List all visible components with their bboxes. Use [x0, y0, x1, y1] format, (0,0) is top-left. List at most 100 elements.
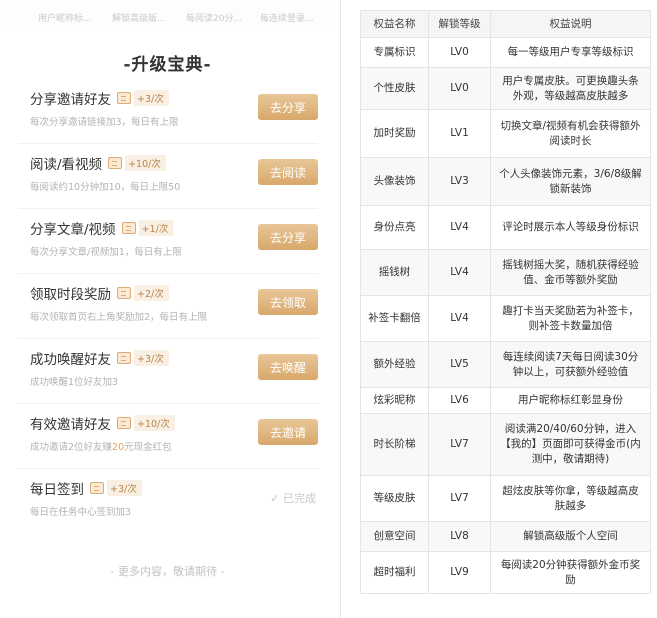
points-badge: +1/次	[138, 220, 174, 236]
benefit-desc: 超炫皮肤等你拿，等级越高皮肤越多	[490, 475, 651, 522]
benefit-desc: 用户专属皮肤。可更换趣头条外观，等级越高皮肤越多	[490, 67, 651, 110]
benefit-desc: 用户昵称标红彰显身份	[490, 387, 651, 414]
panel-divider	[340, 0, 341, 618]
points-badge: +10/次	[134, 415, 175, 431]
points-badge: +3/次	[134, 350, 169, 366]
table-row: 时长阶梯 LV7 阅读满20/40/60分钟，进入【我的】页面即可获得金币(内测…	[360, 413, 651, 476]
unlock-level: LV3	[428, 157, 491, 206]
task-item-valid-invite: 有效邀请好友 +10/次 成功邀请2位好友赚20元现金红包 去邀请	[18, 405, 318, 469]
points-badge: +3/次	[134, 90, 169, 106]
benefit-name: 个性皮肤	[360, 67, 429, 110]
table-row: 补签卡翻倍 LV4 趣打卡当天奖励若为补签卡，则补签卡数量加倍	[360, 295, 651, 342]
top-tab-strip: 用户昵称标... 解锁高级版... 每阅读20分... 每连续登录...	[0, 0, 335, 30]
top-tab-4[interactable]: 每连续登录...	[260, 11, 314, 24]
coin-icon	[121, 222, 136, 234]
task-description: 每次分享邀请链接加3，每日有上限	[30, 117, 179, 128]
benefit-desc: 阅读满20/40/60分钟，进入【我的】页面即可获得金币(内测中，敬请期待)	[490, 413, 651, 476]
benefit-name: 炫彩昵称	[360, 387, 429, 414]
unlock-level: LV4	[428, 295, 491, 342]
coin-icon	[117, 352, 131, 364]
benefit-name: 头像装饰	[360, 157, 429, 206]
coin-icon	[108, 157, 123, 169]
upgrade-guide-panel: 用户昵称标... 解锁高级版... 每阅读20分... 每连续登录... -升级…	[0, 0, 335, 618]
benefit-name: 额外经验	[360, 341, 429, 388]
completed-status: ✓ 已完成	[270, 492, 316, 505]
share-button[interactable]: 去分享	[258, 94, 318, 120]
task-item-read-watch: 阅读/看视频 +10/次 每阅读约10分钟加10，每日上限50 去阅读	[18, 145, 318, 209]
desc-text: 成功邀请2位好友赚	[30, 442, 113, 453]
unlock-level: LV1	[428, 109, 491, 158]
points-badge: +10/次	[125, 155, 166, 171]
unlock-level: LV7	[428, 475, 491, 522]
top-tab-2[interactable]: 解锁高级版...	[112, 11, 166, 24]
table-row: 专属标识 LV0 每一等级用户专享等级标识	[360, 37, 651, 68]
benefits-table-container: 权益名称 解锁等级 权益说明 专属标识 LV0 每一等级用户专享等级标识 个性皮…	[360, 10, 651, 594]
benefit-name: 时长阶梯	[360, 413, 429, 476]
task-name: 成功唤醒好友	[30, 352, 111, 368]
table-row: 身份点亮 LV4 评论时展示本人等级身份标识	[360, 205, 651, 250]
task-item-share-article: 分享文章/视频 +1/次 每次分享文章/视频加1，每日有上限 去分享	[18, 210, 318, 274]
task-description: 成功唤醒1位好友加3	[30, 377, 119, 388]
benefit-desc: 切换文章/视频有机会获得额外阅读时长	[490, 109, 651, 158]
header-benefit-name: 权益名称	[360, 10, 429, 38]
task-name: 每日签到	[30, 482, 84, 498]
coin-icon	[117, 287, 131, 299]
unlock-level: LV4	[428, 249, 491, 296]
benefit-desc: 趣打卡当天奖励若为补签卡，则补签卡数量加倍	[490, 295, 651, 342]
task-item-wake-friend: 成功唤醒好友 +3/次 成功唤醒1位好友加3 去唤醒	[18, 340, 318, 404]
upgrade-guide-title: -升级宝典-	[123, 55, 212, 75]
task-description: 每阅读约10分钟加10，每日上限50	[30, 182, 181, 193]
task-item-daily-checkin: 每日签到 +3/次 每日在任务中心签到加3 ✓ 已完成	[18, 470, 318, 534]
header-unlock-level: 解锁等级	[428, 10, 491, 38]
benefit-desc: 个人头像装饰元素，3/6/8级解锁新装饰	[490, 157, 651, 206]
unlock-level: LV6	[428, 387, 491, 414]
unlock-level: LV0	[428, 67, 491, 110]
unlock-level: LV0	[428, 37, 491, 68]
benefit-desc: 每阅读20分钟获得额外金币奖励	[490, 551, 651, 594]
table-row: 炫彩昵称 LV6 用户昵称标红彰显身份	[360, 387, 651, 414]
benefit-name: 加时奖励	[360, 109, 429, 158]
task-description: 每日在任务中心签到加3	[30, 507, 132, 518]
share-article-button[interactable]: 去分享	[258, 224, 318, 250]
table-row: 加时奖励 LV1 切换文章/视频有机会获得额外阅读时长	[360, 109, 651, 158]
unlock-level: LV7	[428, 413, 491, 476]
benefit-name: 超时福利	[360, 551, 429, 594]
unlock-level: LV8	[428, 521, 491, 552]
task-name: 分享文章/视频	[30, 222, 116, 238]
read-button[interactable]: 去阅读	[258, 159, 318, 185]
reward-amount: 20	[112, 442, 125, 453]
benefit-name: 专属标识	[360, 37, 429, 68]
unlock-level: LV4	[428, 205, 491, 250]
benefit-desc: 每连续阅读7天每日阅读30分钟以上，可获额外经验值	[490, 341, 651, 388]
task-item-share-invite: 分享邀请好友 +3/次 每次分享邀请链接加3，每日有上限 去分享	[18, 80, 318, 144]
table-row: 超时福利 LV9 每阅读20分钟获得额外金币奖励	[360, 551, 651, 594]
benefit-desc: 解锁高级版个人空间	[490, 521, 651, 552]
benefit-name: 身份点亮	[360, 205, 429, 250]
task-name: 阅读/看视频	[30, 157, 103, 173]
unlock-level: LV5	[428, 341, 491, 388]
table-row: 创意空间 LV8 解锁高级版个人空间	[360, 521, 651, 552]
top-tab-1[interactable]: 用户昵称标...	[38, 11, 92, 24]
table-row: 等级皮肤 LV7 超炫皮肤等你拿，等级越高皮肤越多	[360, 475, 651, 522]
task-name: 分享邀请好友	[30, 92, 111, 108]
invite-button[interactable]: 去邀请	[258, 419, 318, 445]
coin-icon	[90, 482, 104, 494]
coin-icon	[117, 92, 131, 104]
unlock-level: LV9	[428, 551, 491, 594]
benefit-name: 等级皮肤	[360, 475, 429, 522]
task-description: 每次领取首页右上角奖励加2，每日有上限	[30, 312, 208, 323]
table-row: 个性皮肤 LV0 用户专属皮肤。可更换趣头条外观，等级越高皮肤越多	[360, 67, 651, 110]
benefit-desc: 评论时展示本人等级身份标识	[490, 205, 651, 250]
benefit-name: 补签卡翻倍	[360, 295, 429, 342]
benefit-name: 摇钱树	[360, 249, 429, 296]
top-tab-3[interactable]: 每阅读20分...	[186, 11, 242, 24]
table-header-row: 权益名称 解锁等级 权益说明	[360, 10, 651, 38]
points-badge: +3/次	[107, 480, 142, 496]
claim-button[interactable]: 去领取	[258, 289, 318, 315]
task-description: 每次分享文章/视频加1，每日有上限	[30, 247, 182, 258]
table-row: 摇钱树 LV4 摇钱树摇大奖，随机获得经验值、金币等额外奖励	[360, 249, 651, 296]
wake-button[interactable]: 去唤醒	[258, 354, 318, 380]
benefit-desc: 摇钱树摇大奖，随机获得经验值、金币等额外奖励	[490, 249, 651, 296]
more-content-hint: - 更多内容，敬请期待 -	[110, 565, 225, 578]
benefits-table: 权益名称 解锁等级 权益说明 专属标识 LV0 每一等级用户专享等级标识 个性皮…	[360, 10, 651, 594]
